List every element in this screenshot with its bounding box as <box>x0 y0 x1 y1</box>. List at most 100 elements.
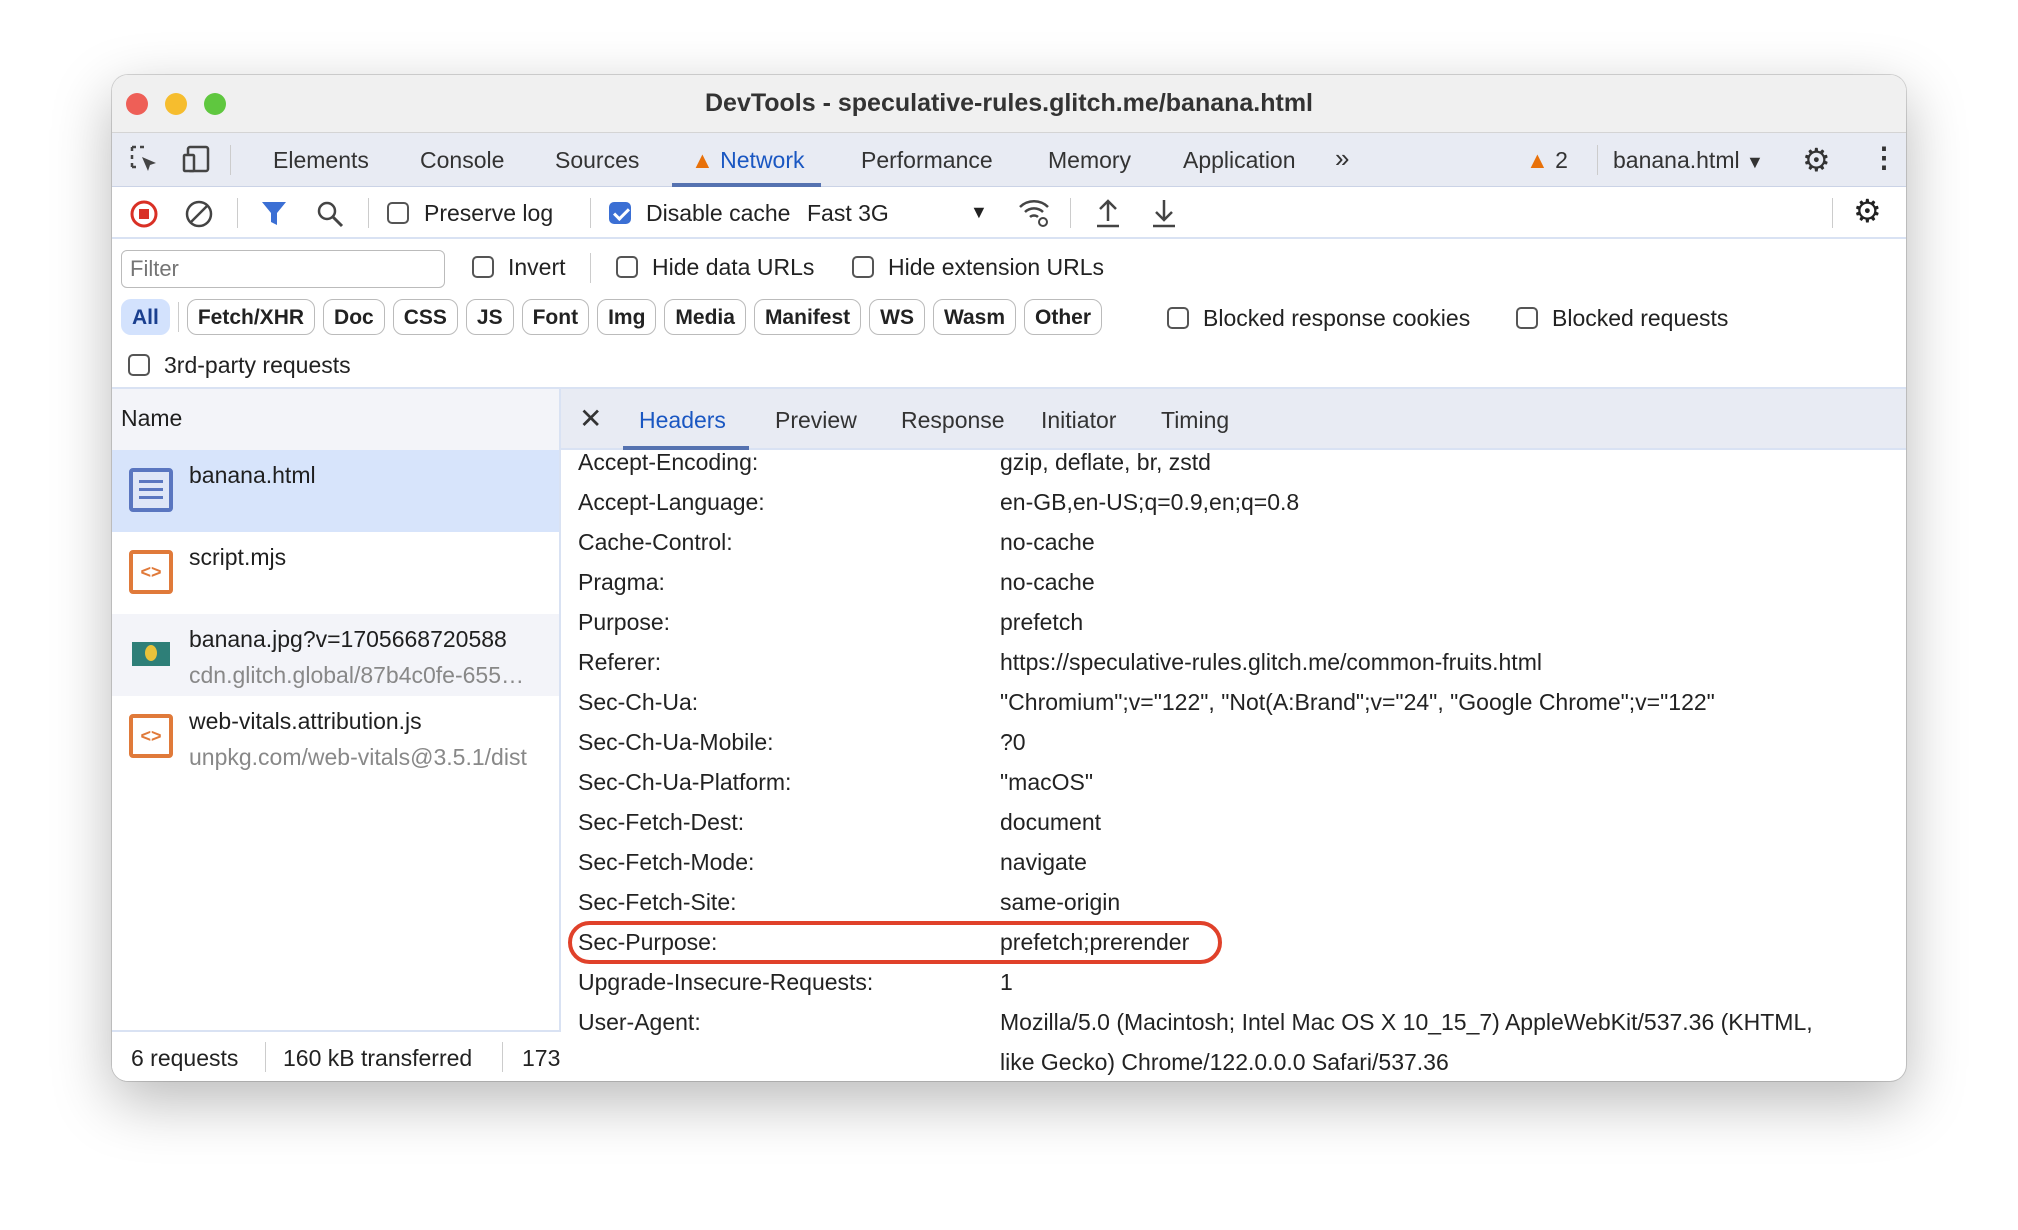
divider <box>177 302 179 332</box>
request-row[interactable]: <> web-vitals.attribution.js unpkg.com/web… <box>112 696 559 778</box>
network-settings-gear-icon[interactable]: ⚙ <box>1853 192 1882 230</box>
type-filter-doc[interactable]: Doc <box>323 299 385 335</box>
stop-recording-icon[interactable] <box>129 199 159 229</box>
preserve-log-label: Preserve log <box>424 200 554 226</box>
panel-tab-bar: Elements Console Sources ▲ Network Perfo… <box>112 133 1906 187</box>
tab-elements[interactable]: Elements <box>273 147 369 174</box>
devtools-window: DevTools - speculative-rules.glitch.me/b… <box>112 75 1906 1081</box>
third-party-checkbox[interactable] <box>128 354 150 376</box>
window-title: DevTools - speculative-rules.glitch.me/b… <box>704 89 1314 117</box>
type-filter-media[interactable]: Media <box>664 299 746 335</box>
tab-network[interactable]: ▲ Network <box>691 147 805 174</box>
request-name: banana.html <box>189 462 316 488</box>
header-name: Cache-Control: <box>578 529 733 555</box>
invert-checkbox[interactable] <box>472 256 494 278</box>
blocked-requests-checkbox[interactable] <box>1516 307 1538 329</box>
tab-console[interactable]: Console <box>420 147 504 174</box>
header-value: "Chromium";v="122", "Not(A:Brand";v="24"… <box>1000 689 1715 715</box>
transferred-size: 160 kB transferred <box>283 1045 473 1071</box>
type-filter-manifest[interactable]: Manifest <box>753 299 862 335</box>
context-selector[interactable]: banana.html ▼ <box>1613 147 1764 174</box>
document-icon <box>129 468 173 512</box>
more-tabs-button[interactable]: » <box>1335 143 1349 174</box>
header-value: document <box>1000 809 1102 835</box>
script-icon: <> <box>129 714 173 758</box>
request-url: unpkg.com/web-vitals@3.5.1/dist <box>189 744 527 770</box>
hide-data-urls-checkbox[interactable] <box>616 256 638 278</box>
tab-response[interactable]: Response <box>901 407 1005 434</box>
type-filter-other[interactable]: Other <box>1024 299 1103 335</box>
request-count: 6 requests <box>131 1045 239 1071</box>
header-name: User-Agent: <box>578 1009 701 1035</box>
type-filter-wasm[interactable]: Wasm <box>932 299 1017 335</box>
type-filter-font[interactable]: Font <box>521 299 590 335</box>
resources-size: 173 <box>522 1045 561 1071</box>
type-filter-ws[interactable]: WS <box>869 299 925 335</box>
tab-initiator[interactable]: Initiator <box>1041 407 1116 434</box>
dropdown-arrow-icon[interactable]: ▼ <box>970 202 988 223</box>
tab-sources[interactable]: Sources <box>555 147 639 174</box>
header-name: Referer: <box>578 649 662 675</box>
hide-extension-urls-label: Hide extension URLs <box>888 254 1105 280</box>
blocked-response-cookies-label: Blocked response cookies <box>1203 305 1471 331</box>
more-options-icon[interactable]: ⋮ <box>1870 141 1898 174</box>
hide-data-urls-label: Hide data URLs <box>652 254 815 280</box>
tab-memory[interactable]: Memory <box>1048 147 1131 174</box>
header-name: Pragma: <box>578 569 665 595</box>
script-icon: <> <box>129 550 173 594</box>
request-row[interactable]: banana.html <box>112 450 559 532</box>
warning-icon: ▲ <box>691 147 714 173</box>
header-value: Mozilla/5.0 (Macintosh; Intel Mac OS X 1… <box>1000 1009 1813 1035</box>
tab-headers[interactable]: Headers <box>639 407 726 434</box>
close-details-icon[interactable]: ✕ <box>579 402 602 435</box>
resource-type-row: All Fetch/XHR Doc CSS JS Font Img Media Manifest… <box>112 293 1906 341</box>
request-name: web-vitals.attribution.js <box>189 708 422 734</box>
request-row[interactable]: <> script.mjs <box>112 532 559 614</box>
import-har-icon[interactable] <box>1094 197 1122 229</box>
inspect-element-icon[interactable] <box>130 145 160 175</box>
search-icon[interactable] <box>315 199 345 229</box>
export-har-icon[interactable] <box>1150 197 1178 229</box>
details-tab-bar: ✕ Headers Preview Response Initiator Tim… <box>561 389 1906 450</box>
tab-timing[interactable]: Timing <box>1161 407 1229 434</box>
header-name: Sec-Fetch-Mode: <box>578 849 755 875</box>
filter-input[interactable] <box>121 250 445 288</box>
request-name: script.mjs <box>189 544 287 570</box>
type-filter-all[interactable]: All <box>121 299 170 335</box>
clear-icon[interactable] <box>184 199 214 229</box>
settings-gear-icon[interactable]: ⚙ <box>1802 141 1831 179</box>
header-value: no-cache <box>1000 529 1095 555</box>
third-party-row: 3rd-party requests <box>112 341 1906 389</box>
tab-application[interactable]: Application <box>1183 147 1296 174</box>
network-conditions-icon[interactable] <box>1017 197 1053 229</box>
warning-icon: ▲ <box>1526 147 1549 173</box>
header-name: Accept-Language: <box>578 489 765 515</box>
preserve-log-checkbox[interactable] <box>387 202 409 224</box>
type-filter-fetchxhr[interactable]: Fetch/XHR <box>186 299 316 335</box>
request-row[interactable]: banana.jpg?v=1705668720588 cdn.glitch.glo… <box>112 614 559 696</box>
type-filter-css[interactable]: CSS <box>392 299 458 335</box>
issues-badge[interactable]: ▲ 2 <box>1526 147 1568 174</box>
blocked-response-cookies-checkbox[interactable] <box>1167 307 1189 329</box>
filter-icon[interactable] <box>260 199 288 229</box>
filter-row: Invert Hide data URLs Hide extension URL… <box>112 239 1906 293</box>
header-name: Sec-Ch-Ua-Platform: <box>578 769 792 795</box>
header-name: Sec-Fetch-Site: <box>578 889 737 915</box>
tab-preview[interactable]: Preview <box>775 407 857 434</box>
header-name: Upgrade-Insecure-Requests: <box>578 969 874 995</box>
disable-cache-checkbox[interactable] <box>609 202 631 224</box>
third-party-label: 3rd-party requests <box>164 352 351 378</box>
header-value: 1 <box>1000 969 1013 995</box>
header-name: Sec-Fetch-Dest: <box>578 809 745 835</box>
device-toolbar-icon[interactable] <box>182 145 214 175</box>
header-value: ?0 <box>1000 729 1026 755</box>
type-filter-img[interactable]: Img <box>597 299 657 335</box>
header-name: Purpose: <box>578 609 671 635</box>
throttling-select[interactable]: Fast 3G <box>807 200 889 227</box>
tab-performance[interactable]: Performance <box>861 147 993 174</box>
name-column-header[interactable]: Name <box>112 389 559 450</box>
header-value: https://speculative-rules.glitch.me/comm… <box>1000 649 1542 675</box>
type-filter-js[interactable]: JS <box>465 299 514 335</box>
title-bar: DevTools - speculative-rules.glitch.me/b… <box>112 75 1906 133</box>
hide-extension-urls-checkbox[interactable] <box>852 256 874 278</box>
